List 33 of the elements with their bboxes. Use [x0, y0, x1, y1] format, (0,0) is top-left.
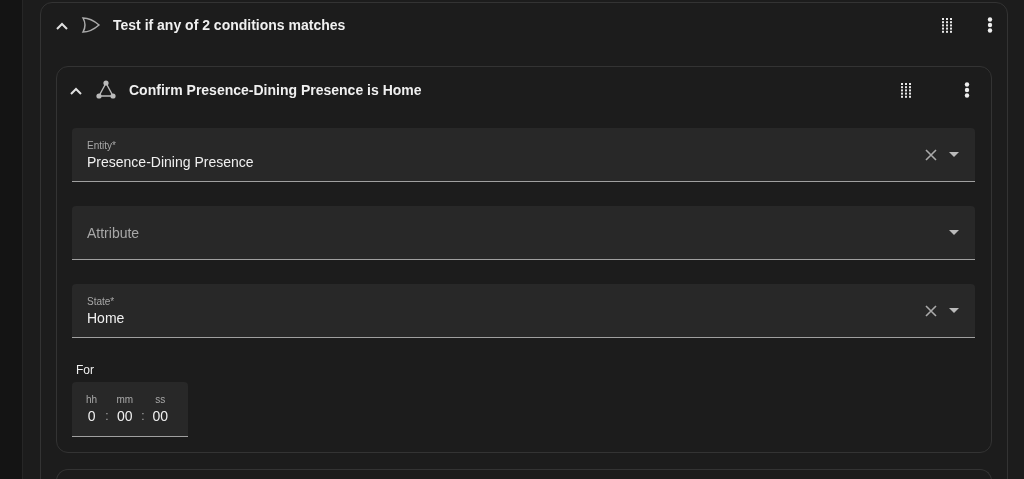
- more-menu-icon[interactable]: [964, 82, 970, 98]
- unit-label: hh: [86, 394, 98, 405]
- select-field[interactable]: State* Home: [72, 284, 975, 338]
- select-field[interactable]: Attribute: [72, 206, 975, 260]
- field-value: Home: [87, 309, 126, 326]
- clear-icon[interactable]: [925, 304, 937, 317]
- unit-value: 00: [152, 408, 169, 424]
- drag-handle-icon[interactable]: [901, 82, 912, 98]
- drag-handle-icon[interactable]: [942, 17, 953, 33]
- more-menu-icon[interactable]: [987, 17, 993, 33]
- dropdown-caret-icon[interactable]: [949, 230, 959, 235]
- separator: :: [105, 409, 109, 423]
- chevron-up-icon[interactable]: [69, 85, 83, 95]
- duration-label: For: [76, 363, 95, 377]
- field-label: Entity*: [87, 139, 117, 151]
- group-title: Test if any of 2 conditions matches: [113, 17, 347, 33]
- unit-label: mm: [116, 394, 134, 405]
- unit-value: 0: [87, 408, 96, 424]
- separator: :: [141, 409, 145, 423]
- field-label: Attribute: [87, 224, 141, 241]
- clear-icon[interactable]: [925, 148, 937, 161]
- unit-label: ss: [155, 394, 166, 405]
- condition-title: Confirm Presence-Dining Presence is Home: [129, 82, 423, 98]
- state-node-icon: [95, 80, 117, 100]
- chevron-up-icon[interactable]: [55, 20, 69, 30]
- duration-field[interactable]: hh 0 : mm 00 : ss 00: [72, 382, 188, 437]
- field-value: Presence-Dining Presence: [87, 153, 255, 170]
- unit-value: 00: [117, 408, 133, 424]
- field-label: State*: [87, 295, 116, 307]
- dropdown-caret-icon[interactable]: [949, 152, 959, 157]
- select-field[interactable]: Entity* Presence-Dining Presence: [72, 128, 975, 182]
- or-gate-icon: [81, 17, 101, 33]
- dropdown-caret-icon[interactable]: [949, 308, 959, 313]
